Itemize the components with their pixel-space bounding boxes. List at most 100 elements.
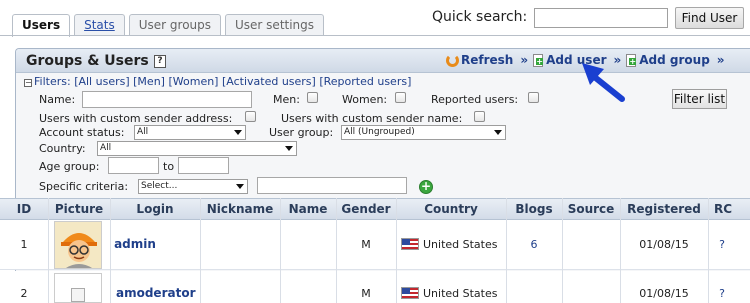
table-header: ID Picture Login Nickname Name Gender Co… xyxy=(0,198,750,220)
quick-search-input[interactable] xyxy=(534,8,668,28)
table-row[interactable]: 1 admin M United States 6 01/08/15 ? xyxy=(0,220,750,270)
panel-header: Groups & Users ? Refresh » Add user » Ad… xyxy=(16,49,750,73)
account-status-label: Account status: xyxy=(39,126,125,139)
user-group-label: User group: xyxy=(269,126,334,139)
column-divider xyxy=(396,198,397,303)
age-group-label: Age group: xyxy=(39,160,100,173)
cell-blogs[interactable]: 6 xyxy=(506,238,562,251)
col-gender[interactable]: Gender xyxy=(336,202,396,216)
country-name: United States xyxy=(423,287,498,300)
age-from-input[interactable] xyxy=(108,157,159,174)
tab-user-settings[interactable]: User settings xyxy=(225,14,325,36)
filter-reported[interactable]: [Reported users] xyxy=(319,75,411,88)
add-group-label: Add group xyxy=(639,53,710,67)
cell-country: United States xyxy=(401,287,511,300)
tab-bar: Users Stats User groups User settings xyxy=(12,14,328,37)
column-divider xyxy=(708,198,709,303)
cell-country: United States xyxy=(401,238,511,251)
col-source[interactable]: Source xyxy=(562,202,620,216)
add-group-link[interactable]: Add group xyxy=(626,53,710,67)
column-divider xyxy=(48,198,49,303)
specific-criteria-input[interactable] xyxy=(257,177,407,194)
cell-login[interactable]: amoderator xyxy=(116,286,196,300)
col-country[interactable]: Country xyxy=(396,202,506,216)
find-user-button[interactable]: Find User xyxy=(675,7,744,29)
cell-gender: M xyxy=(361,287,371,300)
cell-registered: 01/08/15 xyxy=(639,287,689,300)
tab-divider xyxy=(0,35,750,36)
cell-registered: 01/08/15 xyxy=(639,238,689,251)
avatar-icon xyxy=(55,222,101,268)
separator: » xyxy=(716,53,725,67)
separator: » xyxy=(520,53,529,67)
custom-sender-name-label: Users with custom sender name: xyxy=(281,112,463,125)
filter-men[interactable]: [Men] xyxy=(133,75,165,88)
country-name: United States xyxy=(423,238,498,251)
women-label: Women: xyxy=(342,93,388,106)
column-divider xyxy=(200,198,201,303)
filters-heading[interactable]: Filters: xyxy=(34,75,71,88)
custom-sender-name-checkbox[interactable] xyxy=(474,111,485,122)
col-nickname[interactable]: Nickname xyxy=(200,202,280,216)
specific-criteria-label: Specific criteria: xyxy=(39,180,129,193)
cell-login[interactable]: admin xyxy=(110,237,160,251)
collapse-icon[interactable]: − xyxy=(24,79,32,87)
filter-all-users[interactable]: [All users] xyxy=(74,75,129,88)
column-divider xyxy=(280,198,281,303)
tab-stats[interactable]: Stats xyxy=(74,14,125,36)
country-label: Country: xyxy=(39,142,86,155)
refresh-link[interactable]: Refresh xyxy=(446,53,513,67)
name-input[interactable] xyxy=(82,91,252,108)
reported-label: Reported users: xyxy=(431,93,519,106)
col-picture: Picture xyxy=(54,202,104,216)
column-divider xyxy=(336,198,337,303)
men-checkbox[interactable] xyxy=(307,92,318,103)
col-blogs[interactable]: Blogs xyxy=(506,202,562,216)
col-login[interactable]: Login xyxy=(110,202,200,216)
user-group-select[interactable]: All (Ungrouped) xyxy=(341,125,506,140)
filter-list-button[interactable]: Filter list xyxy=(672,89,727,109)
cell-gender: M xyxy=(361,238,371,251)
quick-search-label: Quick search: xyxy=(432,9,528,25)
column-divider xyxy=(620,198,621,303)
cell-id: 1 xyxy=(20,238,28,251)
men-label: Men: xyxy=(273,93,300,106)
filter-activated[interactable]: [Activated users] xyxy=(222,75,316,88)
women-checkbox[interactable] xyxy=(395,92,406,103)
help-icon[interactable]: ? xyxy=(154,55,166,68)
refresh-label: Refresh xyxy=(461,53,514,67)
col-registered[interactable]: Registered xyxy=(620,202,708,216)
age-to-label: to xyxy=(163,160,175,173)
refresh-icon xyxy=(446,53,459,67)
tab-user-groups[interactable]: User groups xyxy=(128,14,222,36)
custom-sender-address-label: Users with custom sender address: xyxy=(39,112,233,125)
table-row[interactable]: 2 amoderator M United States 01/08/15 ? xyxy=(0,271,750,303)
column-divider xyxy=(562,198,563,303)
add-page-icon xyxy=(533,53,544,67)
column-divider xyxy=(506,198,507,303)
add-criteria-icon[interactable]: + xyxy=(419,180,433,194)
pointer-arrow xyxy=(582,63,625,102)
specific-criteria-select[interactable]: Select... xyxy=(138,179,248,194)
country-select[interactable]: All xyxy=(97,141,297,156)
custom-sender-address-checkbox[interactable] xyxy=(245,111,256,122)
cell-id: 2 xyxy=(20,287,28,300)
account-status-select[interactable]: All xyxy=(134,125,246,140)
avatar[interactable] xyxy=(54,221,102,269)
filter-women[interactable]: [Women] xyxy=(168,75,218,88)
column-divider xyxy=(110,198,111,303)
reported-checkbox[interactable] xyxy=(528,92,539,103)
avatar[interactable] xyxy=(54,273,102,303)
us-flag-icon xyxy=(401,287,419,299)
name-label: Name: xyxy=(39,93,76,106)
col-name[interactable]: Name xyxy=(280,202,336,216)
filters-bar: − Filters: [All users] [Men] [Women] [Act… xyxy=(24,75,411,88)
tab-users[interactable]: Users xyxy=(12,14,71,37)
col-id[interactable]: ID xyxy=(0,202,48,216)
age-to-input[interactable] xyxy=(178,157,229,174)
col-rc[interactable]: RC xyxy=(708,202,750,216)
cell-rc[interactable]: ? xyxy=(716,287,728,300)
us-flag-icon xyxy=(401,238,419,250)
cell-rc[interactable]: ? xyxy=(716,238,728,251)
panel-title: Groups & Users xyxy=(26,53,149,69)
